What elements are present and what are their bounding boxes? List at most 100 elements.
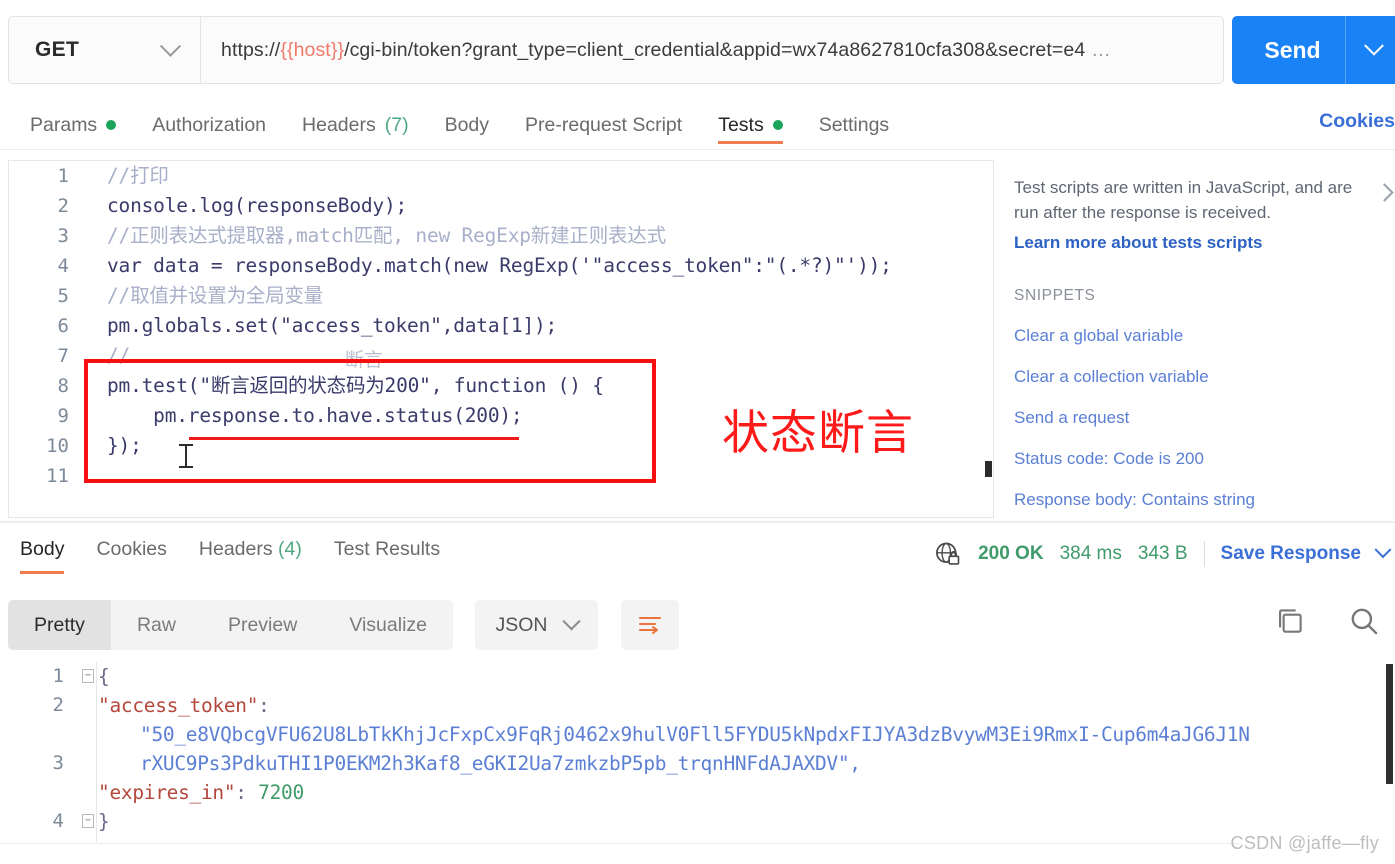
code-line7-comment-text: 断言 xyxy=(345,349,384,371)
url-input[interactable]: https://{{host}}/cgi-bin/token?grant_typ… xyxy=(201,17,1223,83)
annotation-label: 状态断言 xyxy=(722,406,914,461)
json-key: "expires_in" xyxy=(98,781,236,804)
wrap-lines-icon xyxy=(638,617,661,634)
url-bar: GET https://{{host}}/cgi-bin/token?grant… xyxy=(8,16,1224,84)
response-tab-cookies[interactable]: Cookies xyxy=(80,532,182,574)
response-divider xyxy=(0,521,1395,523)
learn-more-link[interactable]: Learn more about tests scripts xyxy=(1014,233,1371,253)
url-variable: {{host}} xyxy=(280,38,345,61)
tab-authorization[interactable]: Authorization xyxy=(134,100,284,144)
code-line: //取值并设置为全局变量 xyxy=(107,284,324,307)
response-time: 384 ms xyxy=(1059,543,1122,564)
code-line: var data = responseBody.match(new RegExp… xyxy=(107,254,892,277)
send-button-label: Send xyxy=(1264,36,1321,63)
wrap-lines-button[interactable] xyxy=(620,600,679,650)
response-language-selector[interactable]: JSON xyxy=(475,600,599,650)
response-language-label: JSON xyxy=(495,613,548,636)
snippet-clear-collection-variable[interactable]: Clear a collection variable xyxy=(1014,367,1371,387)
code-line: // xyxy=(107,344,131,367)
response-format-toolbar: Pretty Raw Preview Visualize JSON xyxy=(8,600,1387,652)
response-tab-cookies-label: Cookies xyxy=(96,538,167,560)
tab-settings[interactable]: Settings xyxy=(801,100,907,144)
response-line-close-brace: } xyxy=(98,810,110,833)
fold-toggle-icon[interactable]: − xyxy=(82,669,94,683)
json-colon: : xyxy=(258,694,270,717)
line-number: 6 xyxy=(57,315,69,337)
line-number: 1 xyxy=(57,165,69,187)
watermark: CSDN @jaffe—fly xyxy=(1230,833,1379,853)
line-number: 3 xyxy=(57,225,69,247)
tab-body[interactable]: Body xyxy=(427,100,507,144)
http-method-label: GET xyxy=(35,38,80,61)
send-button[interactable]: Send xyxy=(1232,16,1395,84)
url-suffix: /cgi-bin/token?grant_type=client_credent… xyxy=(344,38,1086,61)
format-preview-button[interactable]: Preview xyxy=(202,600,323,650)
fold-end-icon[interactable]: − xyxy=(82,814,94,828)
json-key: "access_token" xyxy=(98,694,259,717)
copy-icon[interactable] xyxy=(1273,604,1307,638)
response-tab-headers-count: (4) xyxy=(278,538,302,560)
line-number: 4 xyxy=(57,255,69,277)
search-icon[interactable] xyxy=(1347,604,1381,638)
response-size: 343 B xyxy=(1137,543,1188,564)
code-line: //正则表达式提取器,match匹配, new RegExp新建正则表达式 xyxy=(107,224,666,247)
tab-tests[interactable]: Tests xyxy=(700,100,801,144)
send-options-button[interactable] xyxy=(1346,35,1395,57)
tab-authorization-label: Authorization xyxy=(152,113,267,136)
meta-divider xyxy=(1203,541,1205,567)
status-dot-icon xyxy=(106,120,117,130)
response-line-expires-in: "expires_in": 7200 xyxy=(98,781,304,804)
response-line-token-value-2: rXUC9Ps3PdkuTHI1P0EKM2h3Kaf8_eGKI2Ua7zmk… xyxy=(140,752,861,775)
format-visualize-button[interactable]: Visualize xyxy=(323,600,453,650)
line-number: 9 xyxy=(57,405,69,427)
tab-pre-request-script-label: Pre-request Script xyxy=(525,113,683,136)
editor-scrollbar[interactable] xyxy=(985,461,992,477)
editor-gutter: 1 2 3 4 5 6 7 8 9 10 11 xyxy=(9,161,85,517)
snippet-response-body-contains[interactable]: Response body: Contains string xyxy=(1014,490,1371,510)
response-tab-test-results[interactable]: Test Results xyxy=(318,532,456,574)
tab-headers-count: (7) xyxy=(384,113,409,136)
response-meta: 200 OK 384 ms 343 B Save Response xyxy=(934,540,1392,568)
tests-script-editor[interactable]: 1 2 3 4 5 6 7 8 9 10 11 //打印 console.log… xyxy=(8,160,994,518)
line-number: 1 xyxy=(52,665,64,687)
response-body-actions xyxy=(1273,604,1381,638)
tab-tests-label: Tests xyxy=(718,113,764,136)
snippet-send-a-request[interactable]: Send a request xyxy=(1014,408,1371,428)
response-tab-body[interactable]: Body xyxy=(4,532,80,574)
chevron-down-icon xyxy=(562,611,582,630)
response-status: 200 OK xyxy=(978,543,1044,564)
code-line: //打印 xyxy=(107,164,169,187)
response-tab-headers-label: Headers xyxy=(198,538,273,560)
line-number: 7 xyxy=(57,345,69,367)
editor-code-area[interactable]: //打印 console.log(responseBody); //正则表达式提… xyxy=(85,161,993,517)
status-dot-icon xyxy=(772,120,783,130)
code-line: pm.globals.set("access_token",data[1]); xyxy=(107,314,558,337)
chevron-down-icon[interactable] xyxy=(1374,541,1392,559)
bottom-divider xyxy=(0,843,1240,844)
format-raw-button[interactable]: Raw xyxy=(111,600,202,650)
response-tab-headers[interactable]: Headers (4) xyxy=(183,532,318,574)
format-pretty-button[interactable]: Pretty xyxy=(8,600,111,650)
response-line-token-value-1: "50_e8VQbcgVFU62U8LbTkKhjJcFxpCx9FqRj046… xyxy=(140,723,1250,746)
tab-pre-request-script[interactable]: Pre-request Script xyxy=(507,100,700,144)
line-number: 4 xyxy=(52,810,64,832)
format-segmented-control: Pretty Raw Preview Visualize xyxy=(8,600,453,650)
response-gutter: 1 2 3 4 xyxy=(8,662,80,836)
globe-lock-icon xyxy=(936,542,960,565)
url-ellipsis: … xyxy=(1091,38,1111,61)
http-method-selector[interactable]: GET xyxy=(9,17,201,83)
code-line: console.log(responseBody); xyxy=(107,194,408,217)
save-response-button[interactable]: Save Response xyxy=(1221,543,1361,565)
line-number: 2 xyxy=(57,195,69,217)
cookies-link[interactable]: Cookies xyxy=(1319,110,1395,133)
snippet-clear-global-variable[interactable]: Clear a global variable xyxy=(1014,326,1371,346)
request-tabs: Params Authorization Headers (7) Body Pr… xyxy=(0,100,1395,150)
response-scrollbar[interactable] xyxy=(1386,664,1393,784)
chevron-down-icon xyxy=(159,35,182,57)
response-body-viewer[interactable]: 1 2 3 4 { "access_token": "50_e8VQbcgVFU… xyxy=(8,662,1387,842)
tab-params[interactable]: Params xyxy=(12,100,134,144)
chevron-right-icon[interactable] xyxy=(1375,183,1394,202)
tab-headers[interactable]: Headers (7) xyxy=(284,100,427,144)
snippet-status-code[interactable]: Status code: Code is 200 xyxy=(1014,449,1371,469)
